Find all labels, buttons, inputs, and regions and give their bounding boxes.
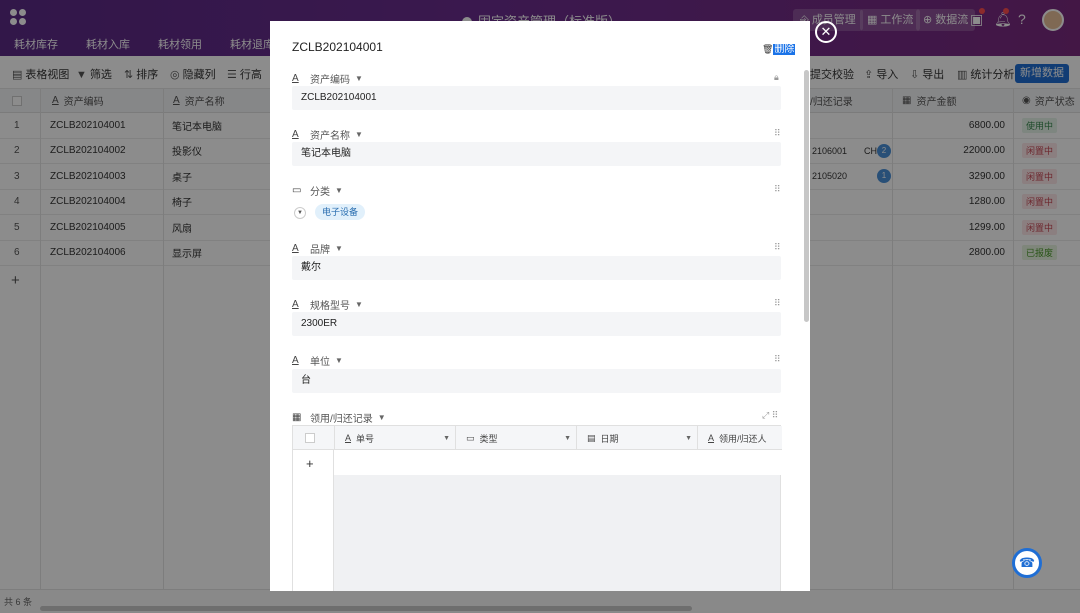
- asset-code-field[interactable]: ZCLB202104001: [292, 86, 781, 110]
- customer-service-icon[interactable]: ☎: [1012, 548, 1042, 578]
- select-field-icon: ▭: [466, 433, 475, 444]
- field-label-unit[interactable]: A单位▼: [292, 353, 343, 368]
- drag-handle-icon[interactable]: ⠿: [774, 184, 781, 195]
- subtable-row-gutter: +: [293, 450, 334, 591]
- drag-handle-icon[interactable]: ⠿: [774, 128, 781, 139]
- chevron-down-icon[interactable]: ▼: [355, 74, 363, 83]
- chevron-down-icon[interactable]: ▼: [335, 244, 343, 253]
- record-detail-modal: ZCLB202104001 🗑删除 A资产编码▼ 🔒︎ ZCLB20210400…: [270, 21, 810, 591]
- model-field[interactable]: 2300ER: [292, 312, 781, 336]
- subtable-header: A单号▼ ▭类型▼ ▤日期▼ A领用/归还人: [293, 426, 782, 450]
- chevron-down-icon[interactable]: ▼: [335, 186, 343, 195]
- drag-handle-icon[interactable]: ⠿: [774, 242, 781, 253]
- records-subtable: A单号▼ ▭类型▼ ▤日期▼ A领用/归还人 +: [292, 425, 781, 591]
- field-label-category[interactable]: ▭分类▼: [292, 183, 343, 198]
- table-icon: ▦: [292, 412, 304, 423]
- modal-title: ZCLB202104001: [292, 40, 383, 54]
- field-label-model[interactable]: A规格型号▼: [292, 297, 363, 312]
- chevron-down-icon[interactable]: ▼: [378, 413, 386, 422]
- subtable-add-row-button[interactable]: +: [306, 456, 314, 471]
- trash-icon: 🗑: [762, 44, 773, 54]
- chevron-down-icon[interactable]: ▼: [335, 356, 343, 365]
- chevron-down-icon[interactable]: ▼: [685, 435, 692, 442]
- drag-handle-icon[interactable]: ⠿: [774, 354, 781, 365]
- text-field-icon: A: [292, 355, 304, 366]
- brand-field[interactable]: 戴尔: [292, 256, 781, 280]
- close-icon[interactable]: ✕: [815, 21, 837, 43]
- text-field-icon: A: [292, 129, 304, 140]
- chevron-down-icon[interactable]: ▼: [443, 435, 450, 442]
- text-field-icon: A: [292, 299, 304, 310]
- calendar-icon: ▤: [587, 433, 596, 444]
- text-field-icon: A: [345, 433, 351, 443]
- subheader-order-no[interactable]: A单号▼: [334, 426, 455, 450]
- subtable-empty-row[interactable]: [334, 450, 782, 475]
- subheader-type[interactable]: ▭类型▼: [455, 426, 576, 450]
- chevron-down-icon[interactable]: ▼: [564, 435, 571, 442]
- field-label-records[interactable]: ▦领用/归还记录▼: [292, 410, 386, 425]
- text-field-icon: A: [708, 433, 714, 443]
- modal-scrollbar[interactable]: [804, 70, 809, 322]
- category-tag: 电子设备: [315, 204, 365, 220]
- chevron-down-icon[interactable]: ▼: [355, 130, 363, 139]
- subheader-person[interactable]: A领用/归还人: [697, 426, 782, 450]
- unit-field[interactable]: 台: [292, 369, 781, 393]
- subheader-date[interactable]: ▤日期▼: [576, 426, 697, 450]
- drag-handle-icon[interactable]: ⠿: [774, 298, 781, 309]
- dropdown-caret-icon[interactable]: ▼: [294, 207, 306, 219]
- text-field-icon: A: [292, 243, 304, 254]
- select-field-icon: ▭: [292, 185, 304, 196]
- field-label-brand[interactable]: A品牌▼: [292, 241, 343, 256]
- field-label-asset-code[interactable]: A资产编码▼: [292, 71, 363, 86]
- lock-icon: 🔒︎: [774, 72, 779, 83]
- text-field-icon: A: [292, 73, 304, 84]
- delete-button[interactable]: 🗑删除: [762, 40, 795, 55]
- chevron-down-icon[interactable]: ▼: [355, 300, 363, 309]
- field-label-asset-name[interactable]: A资产名称▼: [292, 127, 363, 142]
- subtable-select-all[interactable]: [305, 433, 315, 443]
- asset-name-field[interactable]: 笔记本电脑: [292, 142, 781, 166]
- expand-icon[interactable]: ⤢ ⠿: [762, 410, 778, 421]
